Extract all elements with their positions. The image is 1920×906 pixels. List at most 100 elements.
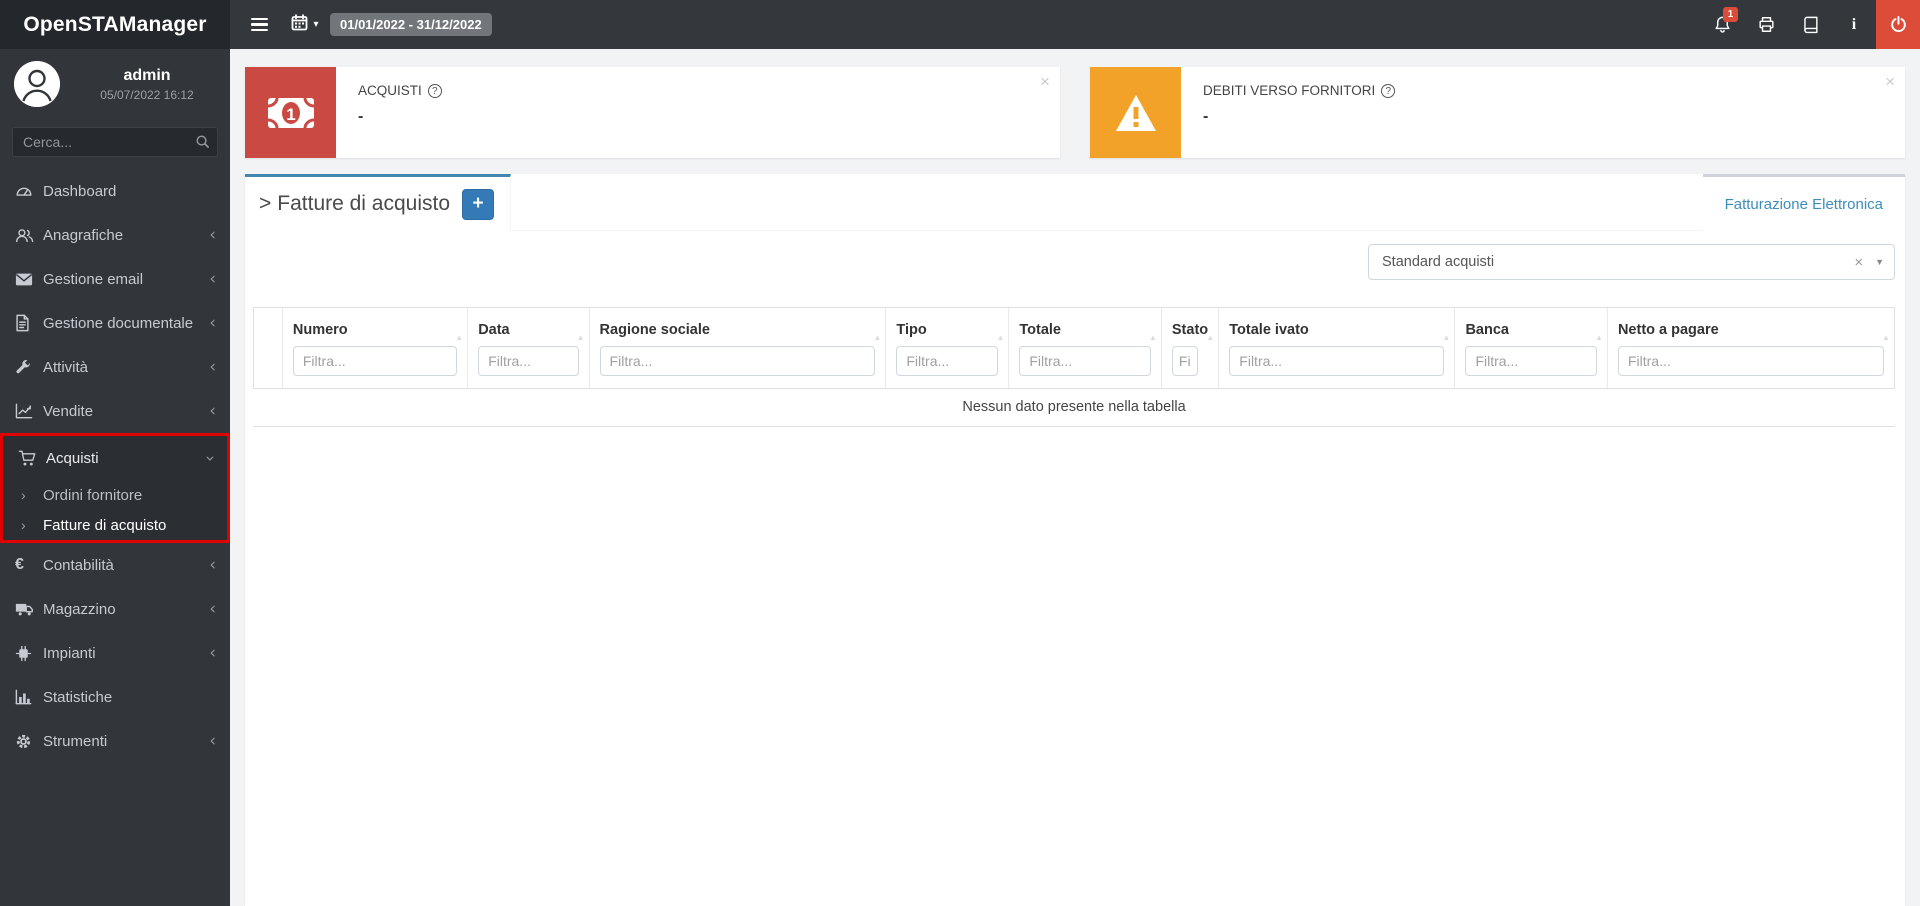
avatar[interactable] — [14, 61, 60, 107]
money-bill-icon: 1 — [245, 67, 336, 158]
sidebar-search — [12, 127, 218, 157]
column-header-data[interactable]: Data ▲ — [467, 308, 588, 389]
sidebar-item-fatture-di-acquisto[interactable]: › Fatture di acquisto — [3, 510, 227, 540]
chevron-right-icon: › — [21, 517, 26, 533]
sidebar-menu: Dashboard Anagrafiche ‹ Gestione email ‹… — [0, 169, 230, 763]
column-header-totale[interactable]: Totale ▲ — [1008, 308, 1161, 389]
warning-icon — [1090, 67, 1181, 158]
sidebar-item-magazzino[interactable]: Magazzino ‹ — [0, 587, 230, 631]
sort-icon: ▲ — [1882, 333, 1890, 343]
sidebar-item-ordini-fornitore[interactable]: › Ordini fornitore — [3, 480, 227, 510]
tab-fatturazione-elettronica[interactable]: Fatturazione Elettronica — [1702, 174, 1905, 231]
hamburger-icon — [250, 17, 268, 32]
widget-value: - — [358, 108, 364, 125]
view-select[interactable]: Standard acquisti × ▼ — [1368, 244, 1895, 280]
sort-icon: ▲ — [455, 333, 464, 343]
period-dropdown-button[interactable]: ▾ — [282, 0, 328, 49]
sidebar-item-dashboard[interactable]: Dashboard — [0, 169, 230, 213]
printer-icon — [1757, 15, 1776, 34]
clear-icon[interactable]: × — [1842, 254, 1875, 271]
print-button[interactable] — [1744, 0, 1788, 49]
filter-input-data[interactable] — [478, 346, 579, 377]
sidebar-item-vendite[interactable]: Vendite ‹ — [0, 389, 230, 433]
dashboard-icon — [15, 182, 39, 200]
sort-icon: ▲ — [1206, 333, 1215, 343]
main-content: 1 ACQUISTI ? - × DEBITI VERSO FORNITORI … — [230, 49, 1920, 906]
tabs-row: > Fatture di acquisto + Fatturazione Elet… — [245, 174, 1905, 231]
chart-line-icon — [15, 403, 39, 419]
info-button[interactable]: i — [1832, 0, 1876, 49]
svg-text:1: 1 — [286, 105, 295, 124]
notification-count-badge: 1 — [1723, 7, 1738, 22]
filter-input-stato[interactable] — [1171, 346, 1198, 377]
cart-icon — [18, 450, 42, 467]
add-invoice-button[interactable]: + — [462, 188, 495, 220]
sort-icon: ▲ — [996, 333, 1005, 343]
chevron-left-icon: ‹ — [209, 554, 216, 575]
filter-input-totale-ivato[interactable] — [1229, 346, 1445, 377]
view-select-value: Standard acquisti — [1382, 254, 1495, 270]
chevron-right-icon: › — [21, 487, 26, 503]
book-icon — [1801, 15, 1820, 34]
sort-icon: ▲ — [1442, 333, 1451, 343]
sidebar-item-gestione-documentale[interactable]: Gestione documentale ‹ — [0, 301, 230, 345]
chevron-left-icon: ‹ — [209, 356, 216, 377]
date-range-badge[interactable]: 01/01/2022 - 31/12/2022 — [330, 13, 492, 36]
column-header-banca[interactable]: Banca ▲ — [1454, 308, 1607, 389]
column-header-tipo[interactable]: Tipo ▲ — [885, 308, 1008, 389]
sidebar-item-acquisti[interactable]: Acquisti › — [3, 436, 227, 480]
sidebar-item-contabilita[interactable]: € Contabilità ‹ — [0, 543, 230, 587]
document-icon — [15, 314, 39, 332]
column-header-ragione-sociale[interactable]: Ragione sociale ▲ — [588, 308, 886, 389]
column-header-totale-ivato[interactable]: Totale ivato ▲ — [1218, 308, 1454, 389]
close-icon[interactable]: × — [1040, 73, 1050, 90]
euro-icon: € — [15, 556, 24, 573]
sidebar-toggle-button[interactable] — [240, 0, 278, 49]
page-title: > Fatture di acquisto — [259, 192, 451, 215]
user-datetime: 05/07/2022 16:12 — [100, 87, 194, 102]
app-logo[interactable]: OpenSTAManager — [0, 0, 230, 49]
filter-input-totale[interactable] — [1019, 346, 1151, 377]
chevron-left-icon: ‹ — [209, 268, 216, 289]
top-navbar: OpenSTAManager ▾ 01/01/2022 - 31/12/2022… — [0, 0, 1920, 49]
sort-icon: ▲ — [1595, 333, 1603, 343]
notifications-button[interactable]: 1 — [1700, 0, 1744, 49]
close-icon[interactable]: × — [1885, 73, 1895, 90]
sort-icon: ▲ — [1148, 333, 1157, 343]
power-icon — [1889, 15, 1908, 34]
caret-down-icon: ▼ — [1875, 257, 1884, 267]
filter-input-banca[interactable] — [1465, 346, 1597, 377]
sidebar-item-statistiche[interactable]: Statistiche — [0, 675, 230, 719]
help-icon[interactable]: ? — [427, 83, 442, 98]
column-header-numero[interactable]: Numero ▲ — [281, 308, 467, 389]
chevron-left-icon: ‹ — [209, 400, 216, 421]
sidebar: admin 05/07/2022 16:12 Dashboard Anagraf… — [0, 49, 230, 906]
filter-input-netto-a-pagare[interactable] — [1617, 346, 1884, 377]
column-header-stato[interactable]: Stato ▲ — [1160, 308, 1218, 389]
users-icon — [15, 226, 39, 244]
bar-chart-icon — [15, 689, 39, 705]
help-icon[interactable]: ? — [1381, 83, 1396, 98]
search-input[interactable] — [12, 127, 218, 157]
sidebar-item-gestione-email[interactable]: Gestione email ‹ — [0, 257, 230, 301]
filter-input-ragione-sociale[interactable] — [599, 346, 876, 377]
table-empty-message: Nessun dato presente nella tabella — [253, 388, 1895, 428]
calendar-icon — [291, 13, 308, 36]
chevron-left-icon: ‹ — [209, 642, 216, 663]
info-icon: i — [1851, 15, 1857, 33]
sidebar-item-anagrafiche[interactable]: Anagrafiche ‹ — [0, 213, 230, 257]
user-panel: admin 05/07/2022 16:12 — [0, 49, 230, 117]
widget-title: DEBITI VERSO FORNITORI — [1203, 83, 1376, 98]
search-icon[interactable] — [195, 134, 210, 154]
filter-input-numero[interactable] — [292, 346, 458, 377]
sidebar-item-strumenti[interactable]: Strumenti ‹ — [0, 719, 230, 763]
chevron-left-icon: ‹ — [209, 224, 216, 245]
sidebar-item-impianti[interactable]: Impianti ‹ — [0, 631, 230, 675]
docs-button[interactable] — [1788, 0, 1832, 49]
filter-input-tipo[interactable] — [896, 346, 999, 377]
sidebar-item-attivita[interactable]: Attività ‹ — [0, 345, 230, 389]
logout-button[interactable] — [1876, 0, 1920, 49]
chevron-left-icon: ‹ — [209, 312, 216, 333]
column-header-netto-a-pagare[interactable]: Netto a pagare ▲ — [1606, 308, 1894, 389]
truck-icon — [15, 602, 39, 617]
